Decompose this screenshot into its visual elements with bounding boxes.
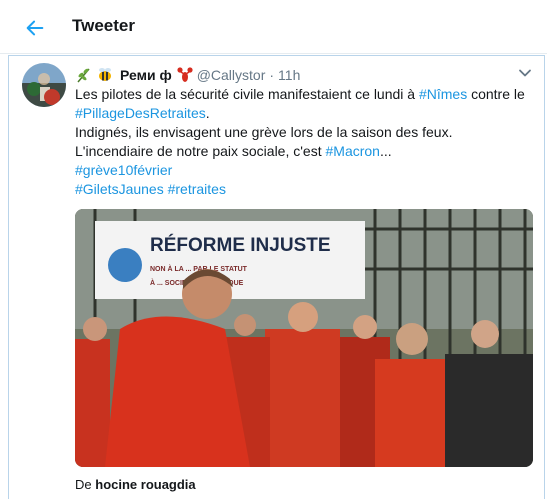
user-handle[interactable]: @Callystor [197,67,266,83]
tweet-card[interactable]: Реми ф @Callystor · 11h Les pilotes de l… [8,55,545,499]
hashtag-giletsjaunes[interactable]: #GiletsJaunes [75,181,164,197]
bee-icon [99,68,111,81]
tweet-text: Les pilotes de la sécurité civile manife… [75,85,537,199]
display-name[interactable]: Реми ф [120,67,172,83]
media-credit: De hocine rouagdia [75,477,196,492]
tweet-paragraph-1: Les pilotes de la sécurité civile manife… [75,86,525,121]
tweet-paragraph-3: L'incendiaire de notre paix sociale, c'e… [75,143,392,159]
separator-dot: · [269,67,275,83]
hashtag-macron[interactable]: #Macron [326,143,380,159]
video-thumbnail[interactable]: RÉFORME INJUSTE NON À LA ... PAR LE STAT… [75,209,533,467]
hashtag-nimes[interactable]: #Nîmes [419,86,467,102]
back-arrow-icon[interactable] [24,17,46,39]
header-bar: Tweeter [0,0,547,54]
chevron-down-icon[interactable] [518,66,532,80]
tweet-header: Реми ф @Callystor · 11h [75,65,300,85]
tweet-paragraph-5: #GiletsJaunes #retraites [75,180,537,199]
avatar[interactable] [22,63,66,107]
hashtag-greve[interactable]: #grève10février [75,162,172,178]
credit-author-link[interactable]: hocine rouagdia [95,477,195,492]
herb-icon [77,68,90,83]
page-title: Tweeter [72,16,135,35]
tweet-paragraph-2: Indignés, ils envisagent une grève lors … [75,124,453,140]
timestamp[interactable]: 11h [278,67,300,83]
lobster-icon [177,67,193,82]
hashtag-pillage[interactable]: #PillageDesRetraites [75,105,206,121]
tweet-paragraph-4: #grève10février [75,161,537,180]
banner-title: RÉFORME INJUSTE [150,234,331,256]
hashtag-retraites[interactable]: #retraites [168,181,226,197]
